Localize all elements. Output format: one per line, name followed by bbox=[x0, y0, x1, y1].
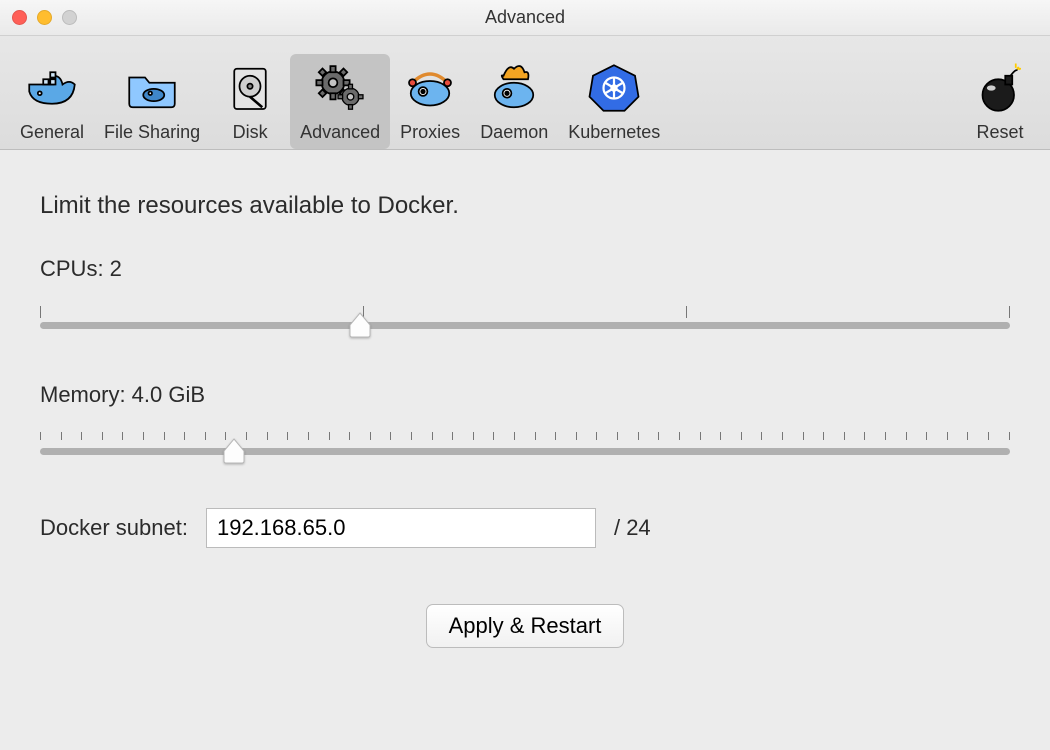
minimize-window-button[interactable] bbox=[37, 10, 52, 25]
memory-section: Memory: 4.0 GiB bbox=[40, 382, 1010, 462]
window-controls bbox=[12, 10, 77, 25]
memory-slider[interactable] bbox=[40, 422, 1010, 462]
tab-label: Daemon bbox=[480, 122, 548, 143]
window-title: Advanced bbox=[485, 7, 565, 28]
memory-label: Memory: 4.0 GiB bbox=[40, 382, 1010, 408]
tab-kubernetes[interactable]: Kubernetes bbox=[558, 54, 670, 149]
cpu-slider-ticks bbox=[40, 306, 1010, 320]
tab-proxies[interactable]: Proxies bbox=[390, 54, 470, 149]
tab-file-sharing[interactable]: File Sharing bbox=[94, 54, 210, 149]
whale-proxy-icon bbox=[402, 60, 458, 116]
close-window-button[interactable] bbox=[12, 10, 27, 25]
tab-reset[interactable]: Reset bbox=[960, 54, 1040, 149]
preferences-panel: Limit the resources available to Docker.… bbox=[0, 150, 1050, 672]
memory-slider-ticks bbox=[40, 432, 1010, 446]
cpu-label: CPUs: 2 bbox=[40, 256, 1010, 282]
bomb-icon bbox=[972, 60, 1028, 116]
folder-share-icon bbox=[124, 60, 180, 116]
apply-restart-button[interactable]: Apply & Restart bbox=[426, 604, 625, 648]
memory-slider-track bbox=[40, 448, 1010, 455]
tab-disk[interactable]: Disk bbox=[210, 54, 290, 149]
tab-label: Reset bbox=[976, 122, 1023, 143]
memory-slider-thumb[interactable] bbox=[222, 437, 246, 465]
cpu-slider[interactable] bbox=[40, 296, 1010, 336]
tab-label: Proxies bbox=[400, 122, 460, 143]
tab-label: File Sharing bbox=[104, 122, 200, 143]
tab-advanced[interactable]: Advanced bbox=[290, 54, 390, 149]
subnet-input[interactable] bbox=[206, 508, 596, 548]
tab-label: Kubernetes bbox=[568, 122, 660, 143]
panel-heading: Limit the resources available to Docker. bbox=[40, 192, 1010, 220]
cpu-section: CPUs: 2 bbox=[40, 256, 1010, 336]
tab-general[interactable]: General bbox=[10, 54, 94, 149]
cpu-slider-thumb[interactable] bbox=[348, 311, 372, 339]
tab-label: General bbox=[20, 122, 84, 143]
whale-flame-icon bbox=[486, 60, 542, 116]
tab-daemon[interactable]: Daemon bbox=[470, 54, 558, 149]
subnet-label: Docker subnet: bbox=[40, 515, 188, 541]
subnet-suffix: / 24 bbox=[614, 515, 651, 541]
zoom-window-button[interactable] bbox=[62, 10, 77, 25]
window-titlebar: Advanced bbox=[0, 0, 1050, 36]
preferences-toolbar: General File Sharing bbox=[0, 36, 1050, 150]
kubernetes-icon bbox=[586, 60, 642, 116]
tab-label: Advanced bbox=[300, 122, 380, 143]
gears-icon bbox=[312, 60, 368, 116]
whale-icon bbox=[24, 60, 80, 116]
disk-icon bbox=[222, 60, 278, 116]
cpu-slider-track bbox=[40, 322, 1010, 329]
subnet-section: Docker subnet: / 24 bbox=[40, 508, 1010, 548]
tab-label: Disk bbox=[233, 122, 268, 143]
